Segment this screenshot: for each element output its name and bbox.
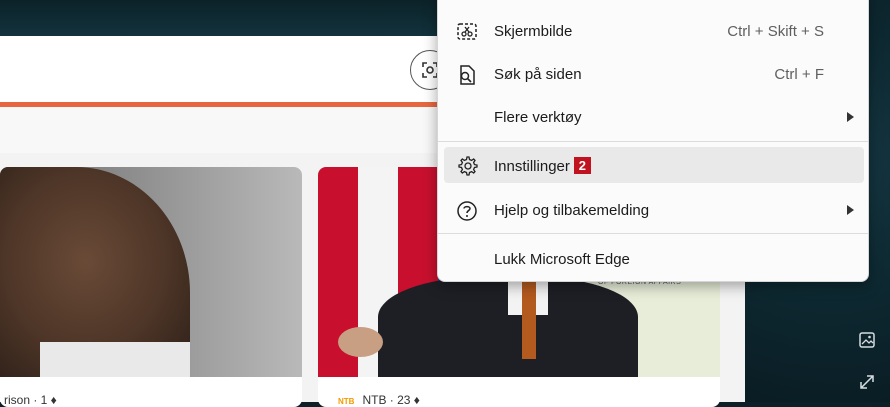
menu-shortcut: Ctrl + F bbox=[774, 66, 824, 83]
menu-divider bbox=[438, 141, 868, 142]
menu-label: Søk på siden bbox=[494, 66, 582, 83]
help-icon bbox=[457, 201, 477, 221]
menu-shortcut: Ctrl + Skift + S bbox=[727, 23, 824, 40]
card-meta: NTB NTB · 23 ♦ bbox=[338, 393, 420, 407]
menu-divider bbox=[438, 233, 868, 234]
menu-label: Skjermbilde bbox=[494, 23, 573, 40]
menu-item-help[interactable]: Hjelp og tilbakemelding bbox=[444, 192, 864, 228]
menu-label: Innstillinger 2 bbox=[494, 157, 591, 175]
background-image-icon[interactable] bbox=[858, 331, 876, 354]
settings-menu: Skjermbilde Ctrl + Skift + S Søk på side… bbox=[437, 0, 869, 282]
menu-item-close-edge[interactable]: Lukk Microsoft Edge bbox=[444, 241, 864, 277]
card-meta-text: NTB · 23 ♦ bbox=[362, 393, 420, 407]
menu-item-settings[interactable]: Innstillinger 2 bbox=[444, 147, 864, 183]
submenu-arrow-icon bbox=[847, 112, 854, 122]
find-on-page-icon bbox=[460, 65, 475, 85]
menu-item-find-on-page[interactable]: Søk på siden Ctrl + F bbox=[444, 56, 864, 92]
step-badge: 2 bbox=[573, 157, 591, 174]
screenshot-icon bbox=[457, 23, 477, 40]
menu-item-more-tools[interactable]: Flere verktøy bbox=[444, 99, 864, 135]
photo-hand bbox=[338, 327, 383, 357]
menu-label: Hjelp og tilbakemelding bbox=[494, 202, 650, 219]
card-meta: rison · 1 ♦ bbox=[4, 393, 57, 407]
settings-label: Innstillinger bbox=[494, 158, 570, 175]
news-card[interactable]: rison · 1 ♦ bbox=[0, 167, 302, 407]
photo-tie bbox=[522, 279, 536, 359]
photo-shirt bbox=[40, 342, 190, 377]
news-photo bbox=[0, 167, 302, 377]
submenu-arrow-icon bbox=[847, 205, 854, 215]
gear-icon bbox=[458, 156, 478, 176]
expand-icon[interactable] bbox=[858, 373, 876, 396]
menu-label: Lukk Microsoft Edge bbox=[494, 251, 630, 268]
menu-label: Flere verktøy bbox=[494, 109, 582, 126]
menu-item-screenshot[interactable]: Skjermbilde Ctrl + Skift + S bbox=[444, 13, 864, 49]
